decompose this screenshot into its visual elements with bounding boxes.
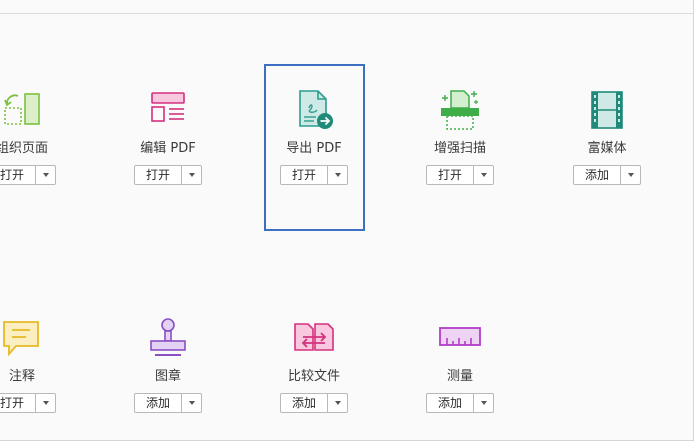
tool-label: 增强扫描 bbox=[433, 141, 486, 156]
tool-organize-pages[interactable]: 组织页面 打开 bbox=[0, 88, 82, 185]
button-label[interactable]: 添加 bbox=[574, 166, 620, 184]
dropdown-arrow-icon[interactable] bbox=[36, 394, 55, 412]
button-label[interactable]: 添加 bbox=[427, 394, 473, 412]
selection-highlight bbox=[264, 64, 365, 231]
rich-media-icon bbox=[591, 91, 623, 129]
tool-label: 比较文件 bbox=[287, 369, 340, 384]
tool-label: 组织页面 bbox=[0, 141, 48, 156]
stamp-icon bbox=[150, 318, 186, 356]
add-button[interactable]: 添加 bbox=[426, 393, 494, 413]
dropdown-arrow-icon[interactable] bbox=[182, 166, 201, 184]
open-button[interactable]: 打开 bbox=[0, 165, 56, 185]
add-button[interactable]: 添加 bbox=[573, 165, 641, 185]
button-label[interactable]: 打开 bbox=[0, 394, 35, 412]
button-label[interactable]: 打开 bbox=[427, 166, 473, 184]
measure-icon bbox=[439, 327, 481, 346]
dropdown-arrow-icon[interactable] bbox=[474, 394, 493, 412]
compare-files-icon bbox=[294, 323, 334, 351]
open-button[interactable]: 打开 bbox=[0, 393, 56, 413]
organize-pages-icon bbox=[4, 93, 40, 125]
tool-edit-pdf[interactable]: 编辑 PDF 打开 bbox=[108, 88, 228, 185]
tool-measure[interactable]: 测量 添加 bbox=[400, 316, 520, 413]
top-divider bbox=[0, 13, 694, 14]
tool-label: 富媒体 bbox=[587, 141, 627, 156]
button-label[interactable]: 打开 bbox=[135, 166, 181, 184]
dropdown-arrow-icon[interactable] bbox=[621, 166, 640, 184]
tool-comment[interactable]: 注释 打开 bbox=[0, 316, 82, 413]
add-button[interactable]: 添加 bbox=[134, 393, 202, 413]
tool-label: 测量 bbox=[446, 369, 473, 384]
enhance-scans-icon bbox=[441, 90, 479, 130]
dropdown-arrow-icon[interactable] bbox=[474, 166, 493, 184]
open-button[interactable]: 打开 bbox=[134, 165, 202, 185]
tool-compare-files[interactable]: 比较文件 添加 bbox=[254, 316, 374, 413]
tool-stamp[interactable]: 图章 添加 bbox=[108, 316, 228, 413]
open-button[interactable]: 打开 bbox=[426, 165, 494, 185]
dropdown-arrow-icon[interactable] bbox=[182, 394, 201, 412]
button-label[interactable]: 打开 bbox=[0, 166, 35, 184]
tool-label: 注释 bbox=[8, 369, 35, 384]
edit-pdf-icon bbox=[151, 92, 185, 122]
dropdown-arrow-icon[interactable] bbox=[36, 166, 55, 184]
tool-enhance-scans[interactable]: 增强扫描 打开 bbox=[400, 88, 520, 185]
dropdown-arrow-icon[interactable] bbox=[328, 394, 347, 412]
button-label[interactable]: 添加 bbox=[135, 394, 181, 412]
button-label[interactable]: 添加 bbox=[281, 394, 327, 412]
tool-rich-media[interactable]: 富媒体 添加 bbox=[547, 88, 667, 185]
tool-label: 图章 bbox=[154, 369, 181, 384]
comment-icon bbox=[3, 321, 39, 357]
tool-label: 编辑 PDF bbox=[140, 141, 196, 156]
add-button[interactable]: 添加 bbox=[280, 393, 348, 413]
